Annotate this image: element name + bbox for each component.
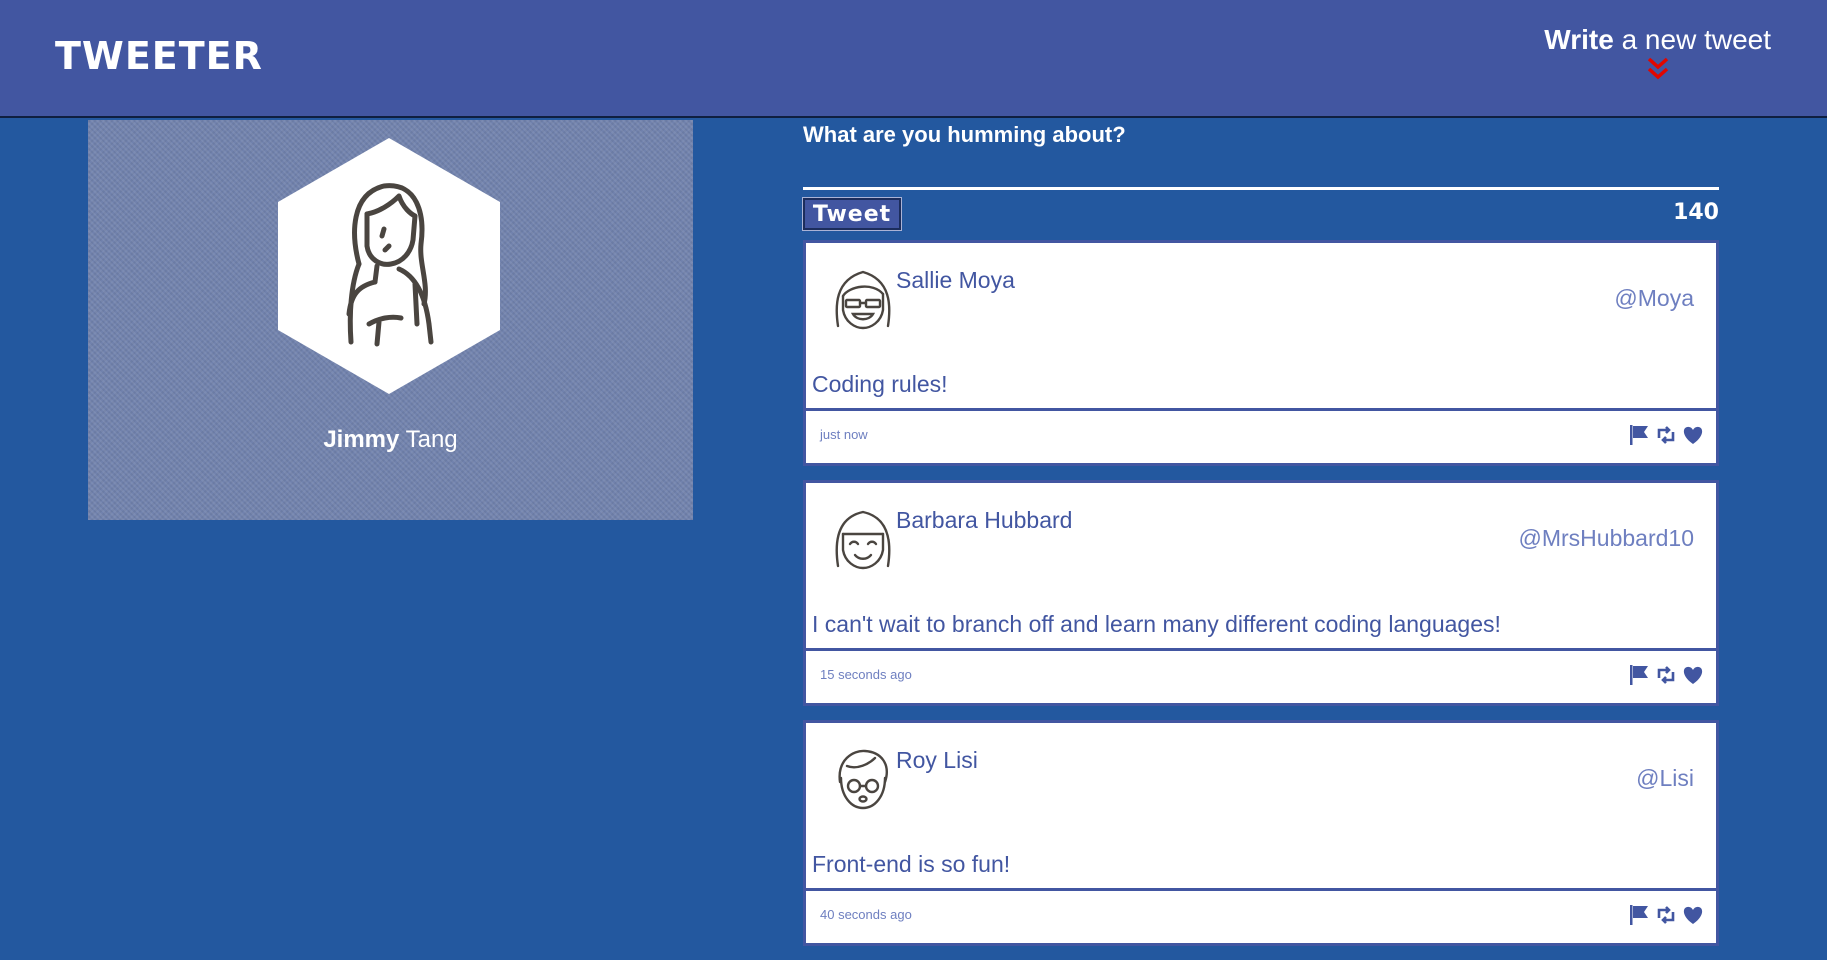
tweet-user-name: Roy Lisi [896, 747, 978, 773]
retweet-icon[interactable] [1655, 424, 1677, 446]
profile-last-name: Tang [399, 426, 458, 453]
double-chevron-down-icon[interactable] [1645, 56, 1671, 82]
heart-icon[interactable] [1682, 904, 1704, 926]
flag-icon[interactable] [1628, 424, 1650, 446]
composer-prompt: What are you humming about? [803, 122, 1126, 147]
flag-icon[interactable] [1628, 664, 1650, 686]
tweet-card: Barbara Hubbard @MrsHubbard10 I can't wa… [803, 480, 1719, 706]
heart-icon[interactable] [1682, 424, 1704, 446]
write-rest: a new tweet [1613, 24, 1771, 55]
character-counter: 140 [1673, 200, 1719, 225]
write-new-tweet-label: Write a new tweet [1544, 24, 1771, 56]
woman-avatar-icon [346, 183, 434, 347]
tweet-actions [1628, 424, 1704, 446]
tweet-card: Roy Lisi @Lisi Front-end is so fun! 40 s… [803, 720, 1719, 946]
girl-sunglasses-avatar-icon [835, 270, 891, 330]
tweet-user-handle: @MrsHubbard10 [1518, 525, 1694, 551]
profile-avatar-frame [278, 138, 500, 394]
tweet-footer: just now [806, 408, 1716, 463]
retweet-icon[interactable] [1655, 904, 1677, 926]
tweet-user-handle: @Moya [1614, 285, 1694, 311]
tweet-content: Coding rules! [812, 371, 948, 397]
tweet-card: Sallie Moya @Moya Coding rules! just now [803, 240, 1719, 466]
tweet-footer: 15 seconds ago [806, 648, 1716, 703]
tweet-textarea[interactable] [803, 152, 1719, 190]
girl-smiling-avatar-icon [835, 510, 891, 570]
tweet-timestamp: 40 seconds ago [820, 907, 912, 922]
write-new-tweet-toggle[interactable]: Write a new tweet [1544, 24, 1771, 82]
retweet-icon[interactable] [1655, 664, 1677, 686]
tweet-actions [1628, 904, 1704, 926]
new-tweet-composer: What are you humming about? Tweet 140 [802, 118, 1719, 236]
tweet-header: Roy Lisi @Lisi [806, 723, 1716, 829]
tweet-feed: Sallie Moya @Moya Coding rules! just now… [803, 240, 1719, 960]
write-bold: Write [1544, 24, 1614, 55]
tweet-footer: 40 seconds ago [806, 888, 1716, 943]
tweet-actions [1628, 664, 1704, 686]
tweet-user-name: Sallie Moya [896, 267, 1015, 293]
heart-icon[interactable] [1682, 664, 1704, 686]
tweet-user-name: Barbara Hubbard [896, 507, 1073, 533]
tweet-timestamp: 15 seconds ago [820, 667, 912, 682]
tweet-content: I can't wait to branch off and learn man… [812, 611, 1501, 637]
navbar: Tweeter Write a new tweet [0, 0, 1827, 118]
tweet-user-handle: @Lisi [1636, 765, 1694, 791]
profile-first-name: Jimmy [323, 426, 400, 453]
flag-icon[interactable] [1628, 904, 1650, 926]
composer-controls: Tweet 140 [802, 197, 1719, 236]
tweet-submit-button[interactable]: Tweet [802, 197, 902, 231]
boy-glasses-avatar-icon [838, 749, 888, 810]
profile-name: Jimmy Tang [88, 426, 693, 454]
tweet-timestamp: just now [820, 427, 868, 442]
tweet-header: Sallie Moya @Moya [806, 243, 1716, 349]
profile-card: Jimmy Tang [88, 120, 693, 520]
brand-logo: Tweeter [55, 34, 263, 78]
tweet-header: Barbara Hubbard @MrsHubbard10 [806, 483, 1716, 589]
tweet-content: Front-end is so fun! [812, 851, 1011, 877]
